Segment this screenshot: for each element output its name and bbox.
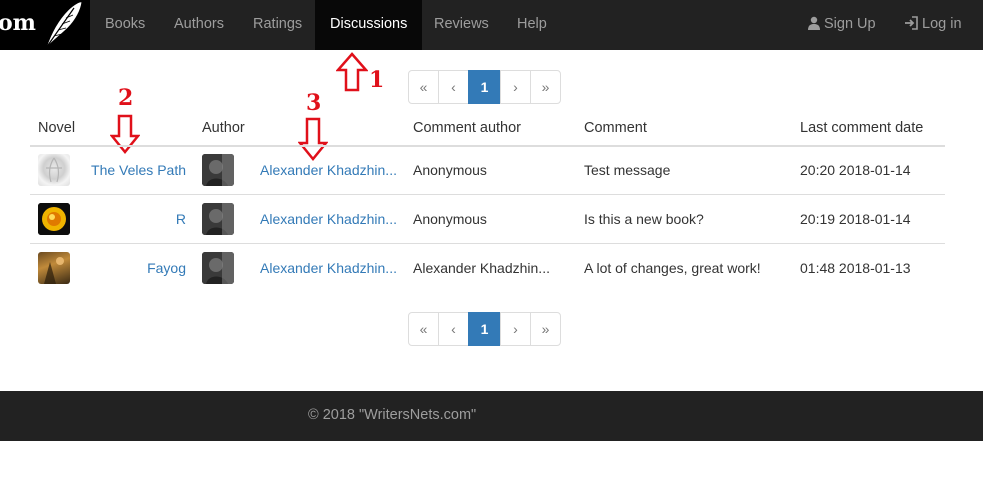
novel-cover-thumbnail[interactable] [38,203,70,235]
nav-help[interactable]: Help [502,0,562,50]
novel-link[interactable]: R [176,211,186,227]
comment-text[interactable]: Is this a new book? [584,211,704,227]
nav-reviews[interactable]: Reviews [419,0,504,50]
page-first-button[interactable]: « [408,312,439,346]
arrow-up-icon [336,52,368,92]
last-comment-date: 20:20 2018-01-14 [800,162,911,178]
novel-cover-thumbnail[interactable] [38,252,70,284]
page-last-button[interactable]: » [530,70,561,104]
novel-link[interactable]: The Veles Path [91,162,186,178]
brand-logo[interactable]: om [0,0,90,50]
table-row: R Alexander Khadzhin... Anonymous Is thi… [30,195,945,244]
user-icon [808,16,820,30]
sign-up-label: Sign Up [824,16,876,32]
page-first-button[interactable]: « [408,70,439,104]
comment-author: Anonymous [413,211,487,227]
header-comment-author[interactable]: Comment author [413,120,521,136]
annotation-2: 2 [118,85,134,111]
annotation-3: 3 [306,90,322,116]
author-avatar[interactable] [202,203,234,235]
login-icon [905,16,918,30]
header-last-comment-date[interactable]: Last comment date [800,120,923,136]
header-comment[interactable]: Comment [584,120,647,136]
comment-author: Anonymous [413,162,487,178]
comment-author: Alexander Khadzhin... [413,260,550,276]
nav-discussions[interactable]: Discussions [315,0,423,50]
novel-cover-thumbnail[interactable] [38,154,70,186]
nav-books[interactable]: Books [90,0,160,50]
pagination-bottom: « ‹ 1 › » [408,312,561,346]
author-avatar[interactable] [202,252,234,284]
pagination-top: « ‹ 1 › » [408,70,561,104]
page-1-button[interactable]: 1 [468,70,501,104]
header-novel[interactable]: Novel [38,120,75,136]
feather-logo-icon [45,1,83,49]
nav-ratings[interactable]: Ratings [238,0,317,50]
novel-link[interactable]: Fayog [147,260,186,276]
page-footer: © 2018 "WritersNets.com" [0,391,983,441]
page-next-button[interactable]: › [500,312,531,346]
annotation-1: 1 [369,67,385,93]
author-link[interactable]: Alexander Khadzhin... [260,162,397,178]
author-link[interactable]: Alexander Khadzhin... [260,211,397,227]
table-row: Fayog Alexander Khadzhin... Alexander Kh… [30,244,945,293]
header-author[interactable]: Author [202,120,245,136]
comment-text[interactable]: A lot of changes, great work! [584,260,761,276]
nav-authors[interactable]: Authors [159,0,239,50]
page-prev-button[interactable]: ‹ [438,312,469,346]
page-last-button[interactable]: » [530,312,561,346]
page-1-button[interactable]: 1 [468,312,501,346]
top-navbar: om Books Authors Ratings Discussions Rev… [0,0,983,50]
last-comment-date: 01:48 2018-01-13 [800,260,911,276]
table-row: The Veles Path Alexander Khadzhin... Ano… [30,146,945,195]
last-comment-date: 20:19 2018-01-14 [800,211,911,227]
author-link[interactable]: Alexander Khadzhin... [260,260,397,276]
page-prev-button[interactable]: ‹ [438,70,469,104]
log-in-label: Log in [922,16,962,32]
sign-up-link[interactable]: Sign Up [792,0,891,50]
copyright-text: © 2018 "WritersNets.com" [308,407,477,423]
log-in-link[interactable]: Log in [889,0,977,50]
comment-text[interactable]: Test message [584,162,670,178]
author-avatar[interactable] [202,154,234,186]
page-next-button[interactable]: › [500,70,531,104]
brand-text: om [0,10,36,36]
